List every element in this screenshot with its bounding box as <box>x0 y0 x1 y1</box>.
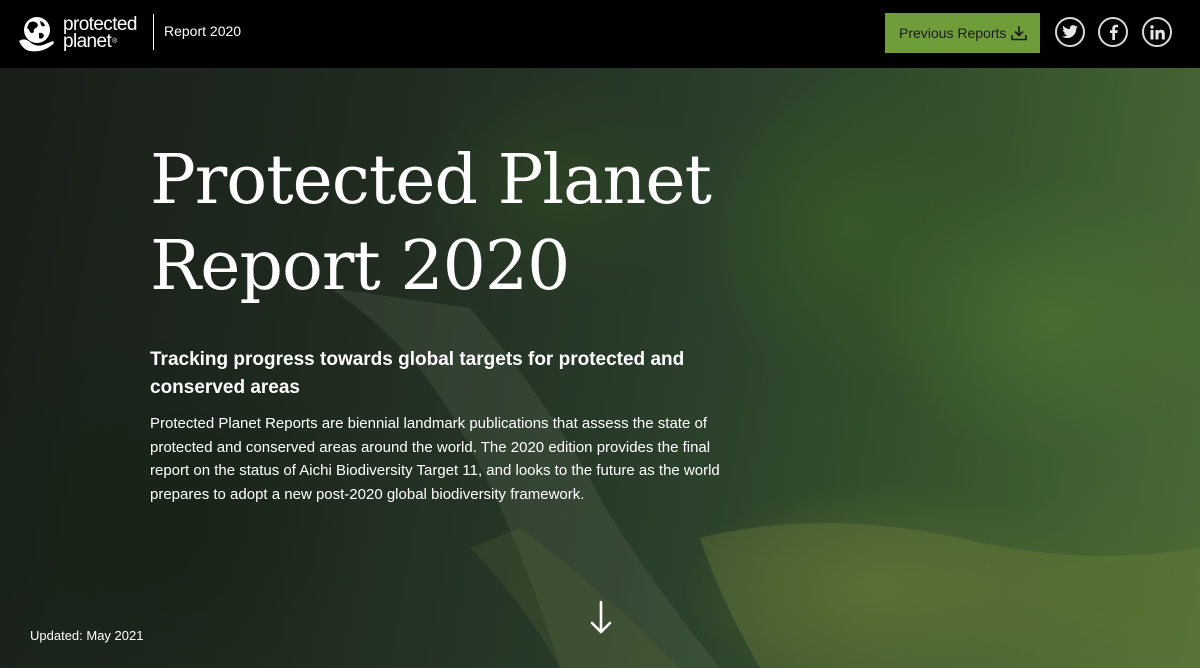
logo-wordmark: protected planet® <box>63 15 137 52</box>
linkedin-icon <box>1149 24 1165 39</box>
title-line-1: Protected Planet <box>150 141 712 220</box>
arrow-down-icon[interactable] <box>589 600 613 636</box>
hero-description: Protected Planet Reports are biennial la… <box>150 415 720 503</box>
globe-hands-icon <box>19 17 54 52</box>
report-year-label: Report 2020 <box>164 23 242 39</box>
facebook-share-button[interactable] <box>1098 17 1128 47</box>
page-title: Protected Planet Report 2020 <box>150 138 770 310</box>
updated-date-label: Updated: May 2021 <box>30 628 144 643</box>
hero-subtitle: Tracking progress towards global targets… <box>150 349 685 398</box>
protected-planet-logo[interactable]: protected planet® <box>17 12 137 54</box>
download-icon <box>1011 26 1027 41</box>
registered-mark: ® <box>112 38 117 45</box>
facebook-icon <box>1109 24 1118 40</box>
header-divider <box>153 14 154 50</box>
logo-line-2: planet <box>63 31 112 52</box>
title-line-2: Report 2020 <box>150 227 570 306</box>
top-nav-bar: protected planet® Report 2020 Previous R… <box>0 0 1200 68</box>
linkedin-share-button[interactable] <box>1142 17 1172 47</box>
twitter-share-button[interactable] <box>1055 17 1085 47</box>
previous-reports-label: Previous Reports <box>899 25 1007 41</box>
previous-reports-button[interactable]: Previous Reports <box>885 13 1040 53</box>
hero-section: Protected Planet Report 2020 Tracking pr… <box>0 68 1200 668</box>
twitter-icon <box>1062 25 1078 38</box>
